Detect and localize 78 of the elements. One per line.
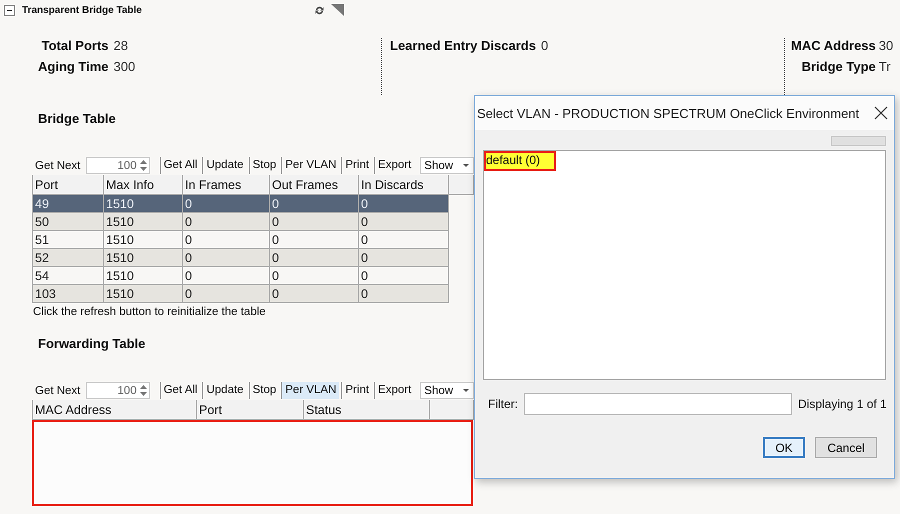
column-header[interactable]: Max Info (104, 175, 182, 194)
stat-value: 30 (878, 38, 894, 53)
toolbar-button[interactable]: Print (341, 157, 372, 174)
refresh-icon[interactable] (314, 4, 325, 16)
dialog-button[interactable]: Cancel (815, 437, 877, 458)
table-cell: 0 (270, 284, 358, 302)
table-cell: 1510 (104, 284, 182, 302)
stat-value: 300 (114, 59, 136, 74)
stat-value: 28 (114, 38, 130, 53)
table-cell: 49 (32, 194, 104, 212)
stat-value: Tr (878, 59, 892, 74)
stat-label: MAC Address (791, 38, 876, 53)
toolbar-button[interactable]: Get All (160, 382, 200, 399)
collapse-icon[interactable] (4, 4, 15, 16)
triangle-icon[interactable] (330, 4, 344, 16)
table-row[interactable]: 103 1510 0 0 0 (32, 284, 474, 302)
table-cell: 0 (182, 284, 270, 302)
toolbar-button[interactable]: Stop (248, 157, 280, 174)
filter-field[interactable] (524, 393, 792, 415)
stat-label: Total Ports (40, 38, 109, 53)
count-text: Displaying 1 of 1 (798, 397, 887, 411)
spin-field[interactable]: 100 (86, 382, 150, 399)
table-row[interactable]: 49 1510 0 0 0 (32, 194, 474, 212)
get-next-label: Get Next (35, 384, 80, 396)
table-cell: 0 (182, 248, 270, 266)
table-cell: 50 (32, 212, 104, 230)
spinner-arrows-icon[interactable] (140, 160, 147, 171)
close-icon[interactable] (874, 106, 888, 120)
table-cell: 0 (358, 194, 448, 212)
spinner-arrows-icon[interactable] (140, 385, 147, 396)
dialog-title: Select VLAN - PRODUCTION SPECTRUM OneClick Environment (477, 106, 860, 120)
table-cell: 0 (358, 212, 448, 230)
table-cell: 0 (358, 248, 448, 266)
panel-title: Transparent Bridge Table (22, 4, 142, 16)
table-cell: 1510 (104, 194, 182, 212)
stat-value: 0 (540, 38, 548, 53)
stat-label: Aging Time (38, 59, 109, 74)
dialog-button[interactable]: OK (763, 437, 805, 458)
filter-label: Filter: (488, 397, 518, 411)
column-header[interactable]: Out Frames (270, 175, 358, 194)
column-header[interactable]: Port (32, 175, 104, 194)
toolbar-button[interactable]: Per VLAN (281, 382, 340, 399)
toolbar-button[interactable]: Stop (248, 382, 280, 399)
table-cell: 0 (270, 248, 358, 266)
column-header[interactable]: In Discards (358, 175, 448, 194)
table-cell: 0 (182, 212, 270, 230)
hint-text: Click the refresh button to reinitialize the table (33, 306, 267, 318)
table-cell: 0 (358, 284, 448, 302)
column-header[interactable]: Status (304, 400, 430, 420)
show-dropdown[interactable]: Show (420, 382, 474, 399)
section-heading: Bridge Table (38, 111, 117, 128)
show-dropdown[interactable]: Show (420, 157, 474, 174)
table-row[interactable]: 50 1510 0 0 0 (32, 212, 474, 230)
toolbar-button[interactable]: Update (202, 382, 247, 399)
column-header[interactable]: In Frames (182, 175, 270, 194)
table-cell: 0 (270, 212, 358, 230)
table-cell: 52 (32, 248, 104, 266)
section-heading: Forwarding Table (38, 336, 146, 353)
spin-field[interactable]: 100 (86, 157, 150, 174)
toolbar-button[interactable]: Update (202, 157, 247, 174)
table-cell: 0 (182, 194, 270, 212)
column-header[interactable]: MAC Address (32, 400, 196, 420)
get-next-label: Get Next (35, 160, 80, 172)
stat-label: Bridge Type (800, 59, 876, 74)
table-row[interactable]: 52 1510 0 0 0 (32, 248, 474, 266)
toolbar-button[interactable]: Print (341, 382, 372, 399)
toolbar-button[interactable]: Export (374, 157, 414, 174)
table-cell: 103 (32, 284, 104, 302)
list-item[interactable]: default (0) (484, 151, 556, 171)
table-cell: 1510 (104, 212, 182, 230)
toolbar-button[interactable]: Export (374, 382, 414, 399)
table-cell: 0 (270, 194, 358, 212)
indicator-bar (831, 136, 886, 146)
toolbar-button[interactable]: Per VLAN (281, 157, 340, 174)
column-header[interactable]: Port (196, 400, 304, 420)
stat-label: Learned Entry Discards (390, 38, 536, 53)
toolbar-button[interactable]: Get All (160, 157, 200, 174)
table-cell: 1510 (104, 248, 182, 266)
